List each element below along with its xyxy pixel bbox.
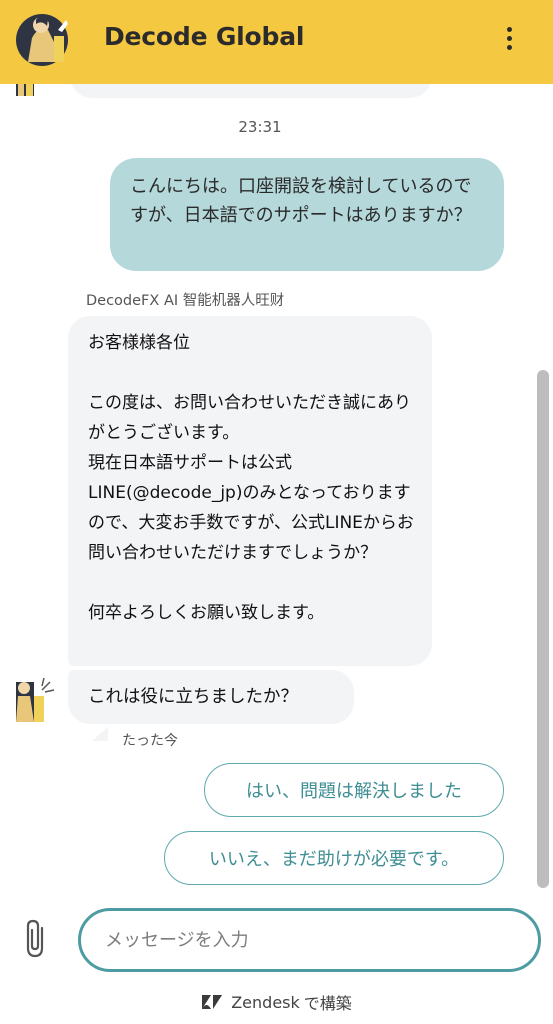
bot-avatar-icon [16,84,34,96]
zendesk-icon [202,995,223,1009]
chat-title: Decode Global [104,22,305,51]
quick-reply-yes[interactable]: はい、問題は解決しました [204,763,504,817]
more-vert-dot [506,44,512,50]
sent-time: たった今 [122,733,178,749]
footer-suffix: で構築 [303,994,352,1013]
chat-header: Decode Global [0,0,553,84]
more-options-button[interactable] [494,22,524,54]
bot-message-bubble: お客様様各位 この度は、お問い合わせいただき誠にありがとうございます。 現在日本… [68,316,432,666]
message-input[interactable] [78,908,541,972]
message-list[interactable]: 23:31 こんにちは。口座開設を検討しているのですが、日本語でのサポートはあり… [0,84,553,894]
message-timestamp: 23:31 [238,118,282,136]
scrollbar[interactable] [537,370,549,888]
paperclip-icon[interactable] [24,918,52,960]
footer-brand: Zendesk [231,992,300,1012]
bot-avatar-icon [16,677,55,722]
powered-by-footer[interactable]: Zendesk で構築 [0,990,553,1014]
more-vert-dot [506,35,512,41]
bot-question-bubble: これは役に立ちましたか？ [68,670,354,724]
message-tail [92,727,108,741]
composer: Zendeskで構築 [0,894,553,1024]
quick-reply-no[interactable]: いいえ、まだ助けが必要です。 [164,831,504,885]
brand-logo-icon [16,14,68,66]
bot-sender-name: DecodeFX AI 智能机器人旺财 [86,293,285,309]
more-vert-icon [506,26,512,32]
user-message-bubble: こんにちは。口座開設を検討しているのですが、日本語でのサポートはありますか？ [110,158,504,271]
previous-message-bubble [70,84,432,98]
